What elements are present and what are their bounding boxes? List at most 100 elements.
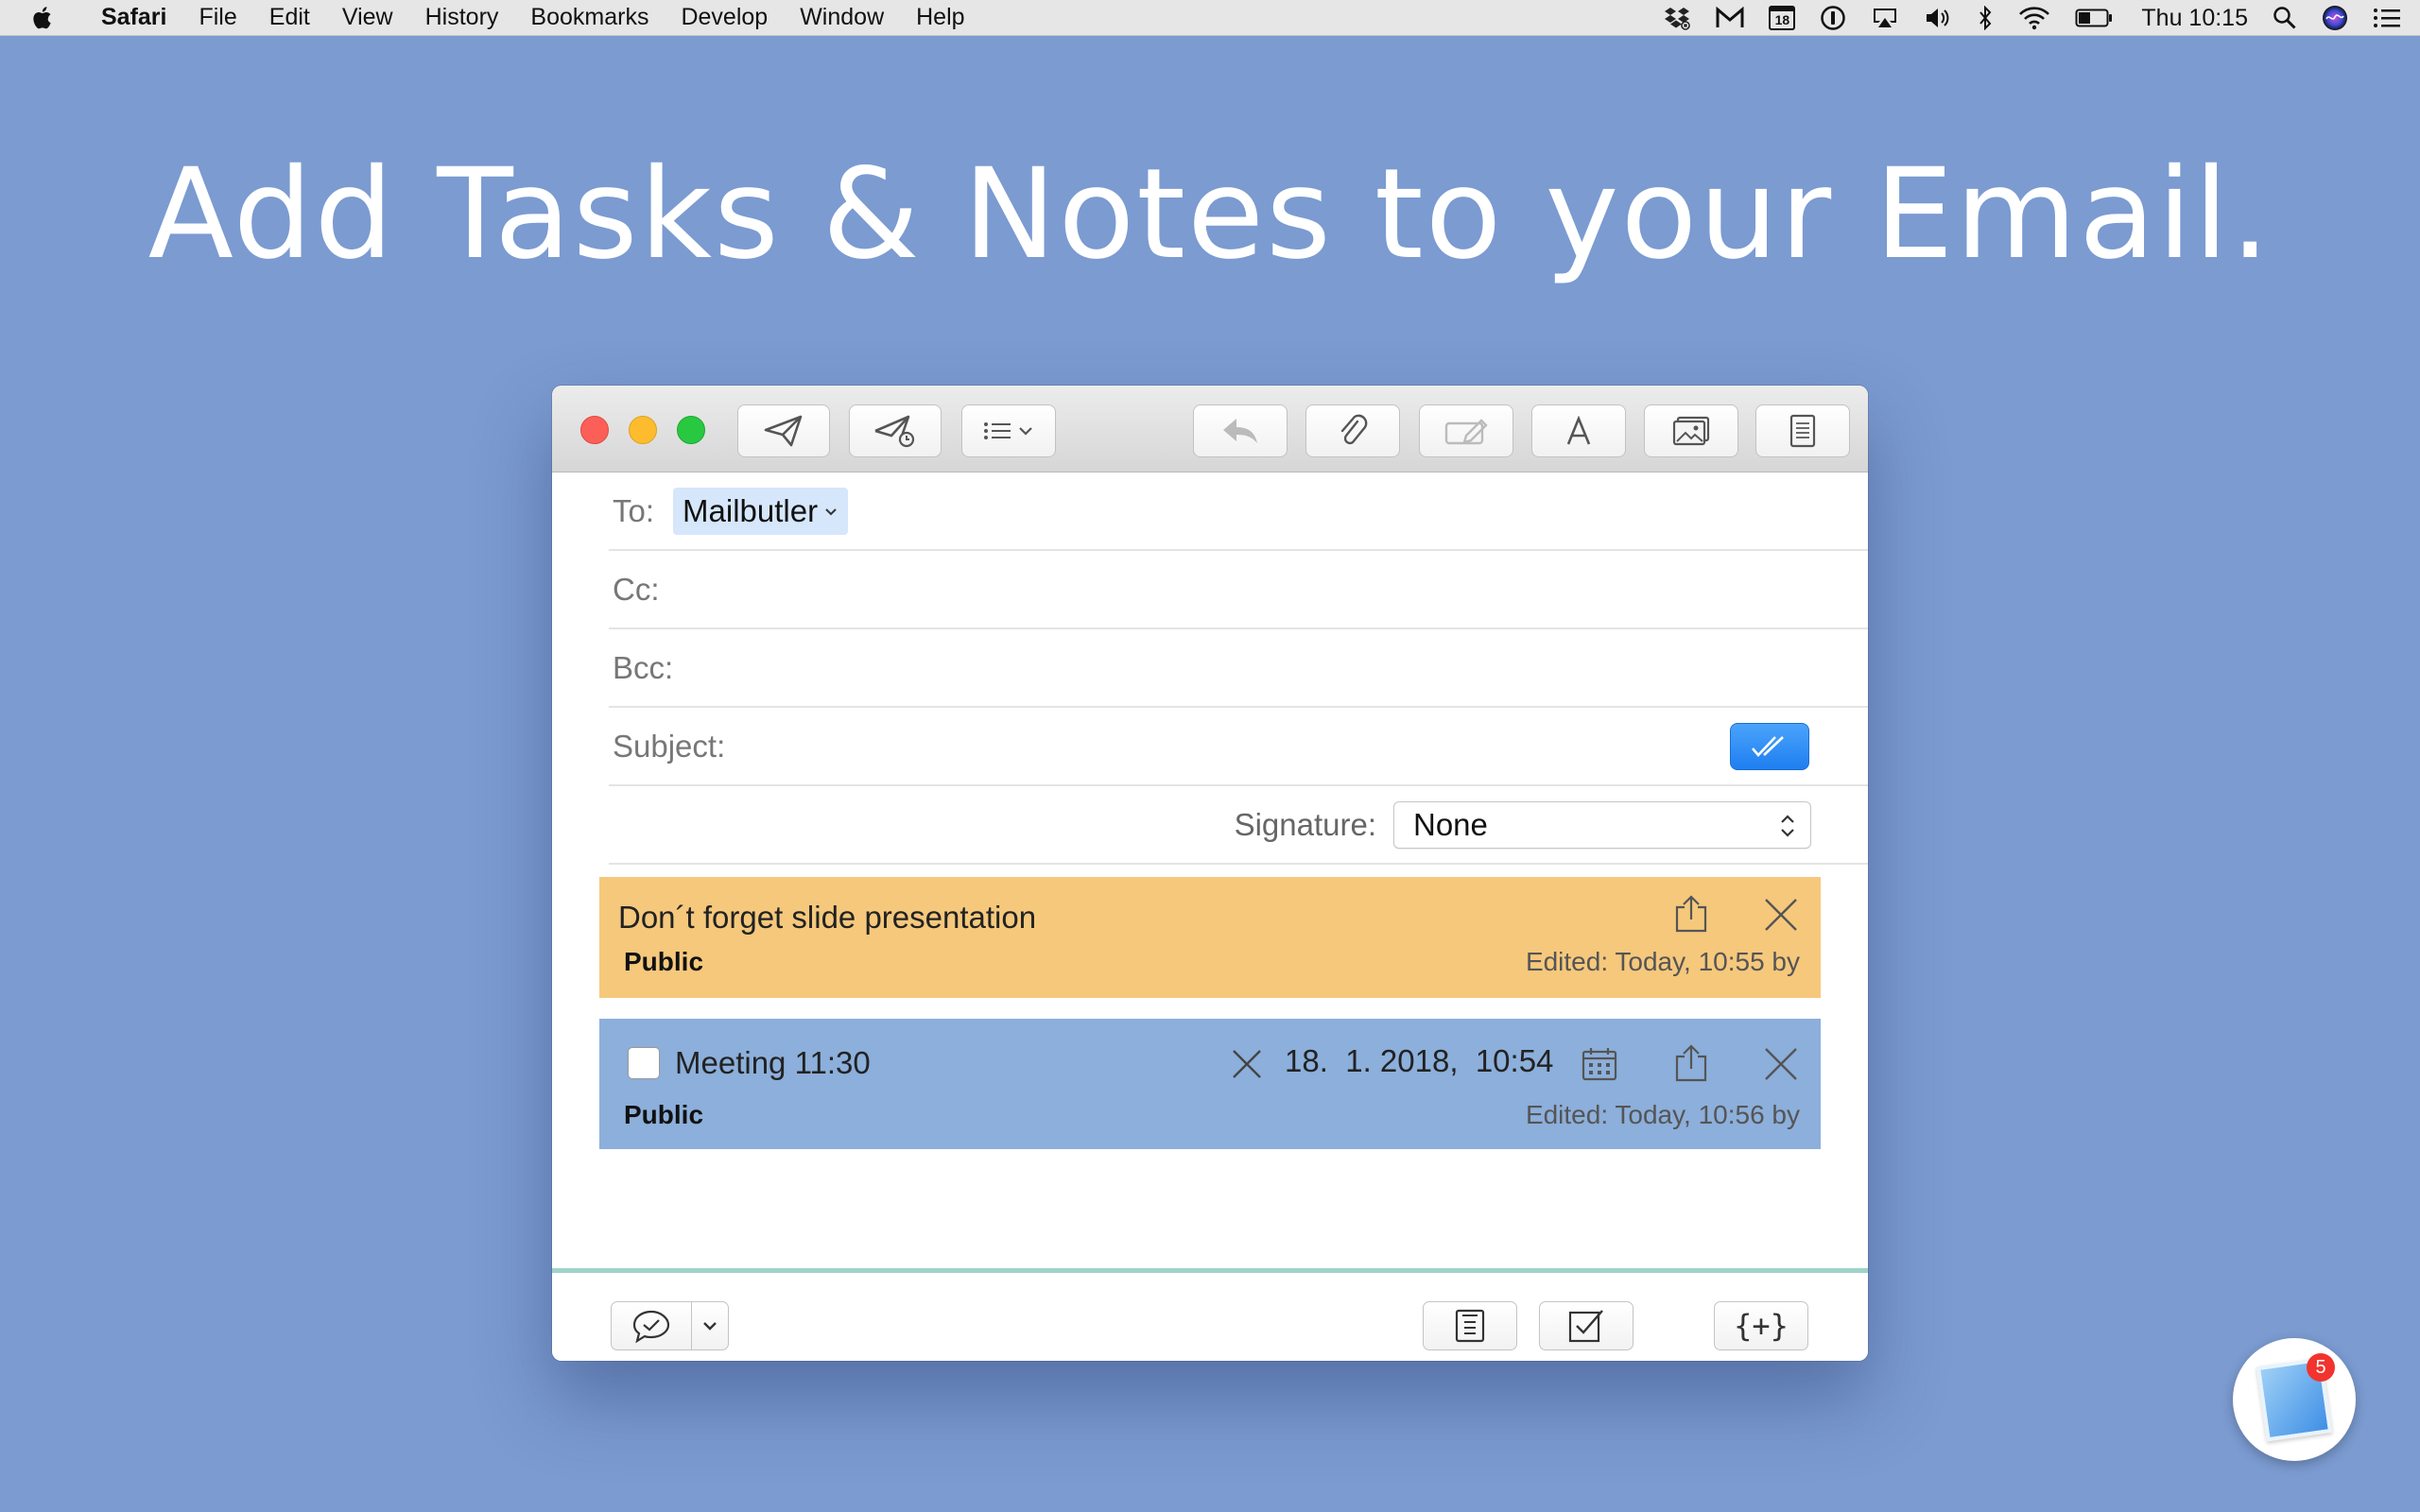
- calendar-icon: [1582, 1048, 1617, 1081]
- send-button[interactable]: [737, 404, 830, 457]
- menu-bar: Safari File Edit View History Bookmarks …: [0, 0, 2420, 36]
- feedback-button[interactable]: [611, 1301, 692, 1350]
- stationery-button[interactable]: [1755, 404, 1850, 457]
- notification-center-icon[interactable]: [2373, 7, 2401, 29]
- signature-select[interactable]: None: [1393, 800, 1811, 849]
- status-menus: 18 Thu 10:15: [1663, 0, 2401, 36]
- reply-button[interactable]: [1193, 404, 1288, 457]
- checkbox-check-icon: [1568, 1310, 1603, 1343]
- note-share-button[interactable]: [1669, 892, 1713, 936]
- menu-file[interactable]: File: [182, 4, 252, 31]
- to-label: To:: [613, 492, 655, 528]
- photo-browser-button[interactable]: [1644, 404, 1738, 457]
- menu-edit[interactable]: Edit: [253, 4, 326, 31]
- speech-bubble-check-icon: [632, 1310, 670, 1344]
- apple-menu[interactable]: [0, 6, 85, 30]
- snippet-braces-icon: {+}: [1734, 1308, 1789, 1344]
- volume-icon[interactable]: [1924, 6, 1952, 30]
- dropbox-icon[interactable]: [1663, 6, 1691, 30]
- wifi-icon[interactable]: [2018, 6, 2050, 30]
- mailbutler-icon[interactable]: [1716, 7, 1744, 29]
- recipient-name: Mailbutler: [683, 492, 819, 528]
- battery-icon[interactable]: [2075, 8, 2113, 28]
- promo-headline: Add Tasks & Notes to your Email.: [147, 142, 2273, 287]
- task-card[interactable]: Meeting 11:30 18. 1. 2018, 10:54 Public …: [599, 1019, 1821, 1149]
- note-visibility[interactable]: Public: [624, 947, 703, 977]
- menu-view[interactable]: View: [326, 4, 409, 31]
- compose-window: To: Mailbutler Cc: Bcc: Subject: Signatu…: [552, 386, 1868, 1361]
- note-title[interactable]: Don´t forget slide presentation: [618, 900, 1036, 936]
- menu-bookmarks[interactable]: Bookmarks: [514, 4, 665, 31]
- format-font-button[interactable]: [1531, 404, 1626, 457]
- task-title[interactable]: Meeting 11:30: [675, 1045, 871, 1081]
- task-due-date[interactable]: 18. 1. 2018, 10:54: [1285, 1043, 1553, 1079]
- cc-field-row[interactable]: Cc:: [609, 551, 1868, 629]
- markup-pen-icon: [1444, 419, 1488, 445]
- chevron-down-icon: [703, 1322, 717, 1331]
- markup-button[interactable]: [1419, 404, 1513, 457]
- menu-app-name[interactable]: Safari: [85, 4, 182, 31]
- note-edited-info: Edited: Today, 10:55 by: [1525, 947, 1800, 976]
- send-later-button[interactable]: [849, 404, 942, 457]
- stationery-icon: [1789, 414, 1816, 448]
- double-check-icon: [1752, 736, 1784, 757]
- minimize-window-button[interactable]: [629, 416, 657, 444]
- attach-button[interactable]: [1305, 404, 1400, 457]
- mail-dock-icon[interactable]: 5: [2233, 1338, 2356, 1461]
- calendar-day: 18: [1774, 12, 1790, 27]
- zoom-window-button[interactable]: [677, 416, 705, 444]
- paperclip-icon: [1340, 414, 1368, 445]
- menu-history[interactable]: History: [409, 4, 515, 31]
- to-field-row[interactable]: To: Mailbutler: [609, 472, 1868, 551]
- note-delete-button[interactable]: [1760, 894, 1802, 936]
- apple-icon: [33, 6, 51, 28]
- feedback-dropdown[interactable]: [691, 1301, 729, 1350]
- cc-label: Cc:: [613, 571, 660, 607]
- mailbutler-bottom-bar: {+}: [552, 1273, 1868, 1361]
- recipient-token[interactable]: Mailbutler: [673, 487, 849, 535]
- bcc-label: Bcc:: [613, 649, 674, 685]
- bluetooth-icon[interactable]: [1977, 6, 1994, 30]
- subject-field-row[interactable]: Subject:: [609, 708, 1868, 786]
- unread-badge: 5: [2307, 1353, 2335, 1382]
- font-a-icon: [1566, 416, 1591, 445]
- add-note-button[interactable]: [1423, 1301, 1517, 1350]
- spotlight-search-icon[interactable]: [2273, 6, 2297, 30]
- snippets-button[interactable]: {+}: [1714, 1301, 1808, 1350]
- add-task-button[interactable]: [1539, 1301, 1634, 1350]
- updown-chevron-icon: [1781, 814, 1794, 837]
- subject-label: Subject:: [613, 728, 726, 764]
- menu-window[interactable]: Window: [784, 4, 900, 31]
- note-card[interactable]: Don´t forget slide presentation Public E…: [599, 877, 1821, 998]
- task-clear-due-button[interactable]: [1228, 1045, 1266, 1083]
- menubar-clock[interactable]: Thu 10:15: [2141, 5, 2248, 32]
- share-icon: [1675, 1044, 1707, 1082]
- menu-help[interactable]: Help: [900, 4, 980, 31]
- close-window-button[interactable]: [580, 416, 609, 444]
- task-delete-button[interactable]: [1760, 1043, 1802, 1085]
- task-edited-info: Edited: Today, 10:56 by: [1525, 1100, 1800, 1129]
- calendar-status-icon[interactable]: 18: [1769, 6, 1796, 30]
- signature-label: Signature:: [1234, 806, 1376, 842]
- signature-value: None: [1413, 806, 1488, 842]
- task-visibility[interactable]: Public: [624, 1100, 703, 1130]
- paper-plane-icon: [764, 415, 803, 447]
- compose-toolbar: [552, 386, 1868, 472]
- bcc-field-row[interactable]: Bcc:: [609, 629, 1868, 708]
- note-icon: [1455, 1309, 1485, 1343]
- onepassword-icon[interactable]: [1820, 5, 1846, 31]
- signature-row: Signature: None: [609, 786, 1868, 865]
- task-calendar-button[interactable]: [1579, 1043, 1620, 1085]
- reply-arrow-icon: [1223, 419, 1257, 443]
- send-later-icon: [874, 415, 915, 448]
- close-icon: [1765, 899, 1797, 931]
- task-share-button[interactable]: [1669, 1041, 1713, 1085]
- read-tracking-button[interactable]: [1730, 723, 1809, 770]
- task-checkbox[interactable]: [628, 1047, 660, 1079]
- close-icon: [1233, 1050, 1261, 1078]
- airplay-icon[interactable]: [1871, 6, 1899, 30]
- siri-icon[interactable]: [2322, 5, 2348, 31]
- menu-develop[interactable]: Develop: [665, 4, 784, 31]
- share-icon: [1675, 895, 1707, 933]
- format-list-dropdown[interactable]: [961, 404, 1056, 457]
